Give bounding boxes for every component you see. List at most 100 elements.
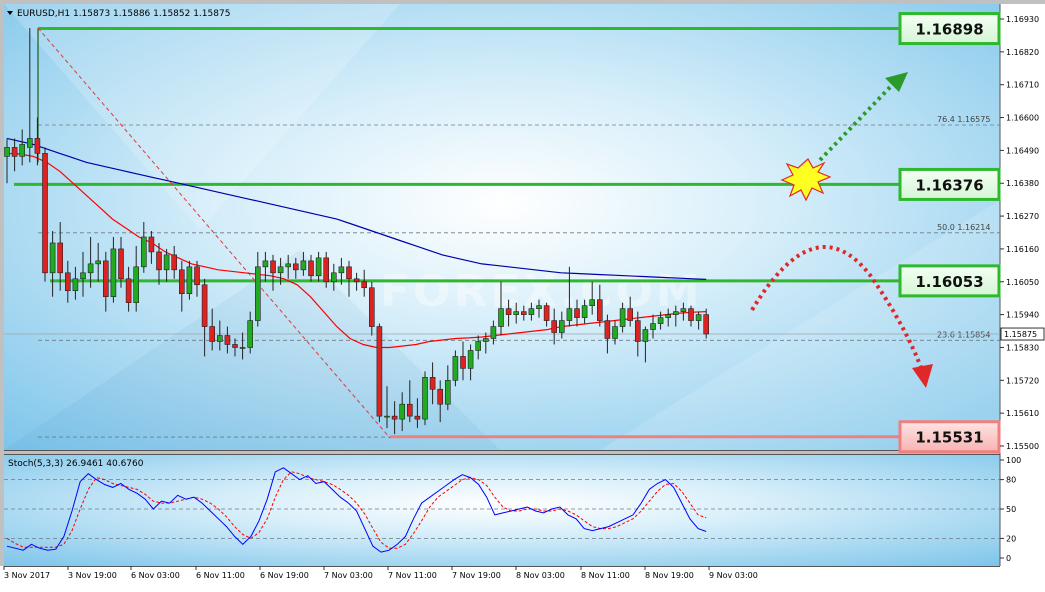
bear-candle: [437, 388, 444, 405]
bull-candle: [680, 308, 687, 312]
bear-candle: [179, 269, 185, 295]
stoch-tick-label: 80: [1006, 476, 1016, 485]
bear-candle: [596, 299, 603, 321]
stoch-tick-label: 0: [1006, 554, 1011, 563]
time-tick-label: 6 Nov 03:00: [131, 571, 180, 580]
stoch-tick-label: 50: [1006, 505, 1016, 514]
time-tick-label: 3 Nov 19:00: [68, 571, 117, 580]
bull-candle: [217, 335, 223, 342]
bear-candle: [551, 320, 558, 333]
time-tick-label: 7 Nov 19:00: [452, 571, 501, 580]
bear-candle: [103, 260, 109, 297]
level-price-label: 1.16898: [915, 21, 983, 39]
bear-candle: [368, 287, 375, 327]
bear-candle: [460, 356, 466, 369]
bull-candle: [490, 326, 497, 339]
bear-candle: [323, 257, 330, 283]
price-tick-label: 1.16490: [1006, 146, 1039, 155]
bull-candle: [110, 248, 117, 297]
bull-candle: [95, 260, 101, 265]
level-price-label: 1.15531: [915, 429, 983, 447]
bear-candle: [703, 314, 710, 335]
bear-candle: [627, 308, 634, 321]
bull-candle: [399, 403, 406, 420]
bull-candle: [642, 329, 649, 342]
bear-candle: [118, 248, 124, 280]
bull-candle: [49, 242, 56, 274]
bear-candle: [520, 311, 527, 315]
bear-candle: [148, 236, 155, 253]
price-tick-label: 1.16050: [1006, 278, 1039, 287]
bull-candle: [650, 323, 656, 330]
price-tick-label: 1.15610: [1006, 409, 1039, 418]
bear-candle: [65, 272, 71, 292]
time-tick-label: 6 Nov 19:00: [260, 571, 309, 580]
bull-candle: [444, 380, 451, 405]
bear-candle: [292, 263, 299, 271]
fib-level-label: 50.0 1.16214: [937, 223, 990, 232]
bull-candle: [566, 308, 573, 321]
bull-candle: [255, 266, 261, 321]
time-tick-label: 8 Nov 11:00: [581, 571, 630, 580]
stoch-tick-label: 20: [1006, 534, 1016, 543]
bull-candle: [657, 317, 664, 324]
bull-candle: [612, 326, 618, 339]
bull-candle: [498, 308, 504, 327]
bull-candle: [672, 311, 679, 315]
bear-candle: [156, 251, 162, 271]
bull-candle: [338, 266, 345, 274]
bear-candle: [391, 415, 398, 420]
bull-candle: [277, 266, 284, 274]
stoch-info: Stoch(5,3,3) 26.9461 40.6760: [8, 459, 144, 469]
bull-candle: [528, 308, 535, 315]
watermark: FOREX.COM: [380, 266, 703, 317]
time-tick-label: 6 Nov 11:00: [196, 571, 245, 580]
fib-level-label: 23.6 1.15854: [937, 330, 990, 339]
bear-candle: [688, 308, 694, 321]
bull-candle: [87, 263, 94, 274]
bear-candle: [270, 260, 276, 274]
bear-candle: [361, 281, 368, 289]
price-tick-label: 1.16930: [1006, 15, 1039, 24]
bear-candle: [414, 415, 421, 420]
bull-candle: [133, 266, 139, 303]
price-tick-label: 1.15830: [1006, 343, 1039, 352]
price-tick-label: 1.15940: [1006, 311, 1039, 320]
bull-candle: [163, 254, 170, 271]
bull-candle: [384, 415, 390, 418]
price-tick-label: 1.15720: [1006, 376, 1039, 385]
bull-candle: [475, 341, 482, 351]
time-tick-label: 8 Nov 03:00: [516, 571, 565, 580]
bear-candle: [604, 320, 611, 339]
chart-window: FOREX.COM 76.4 1.16575 50.0 1.16214 23.6 1…: [0, 0, 1045, 588]
bull-candle: [619, 308, 626, 327]
current-price-label: 1.15875: [1004, 330, 1037, 339]
fib-level-label: 76.4 1.16575: [937, 115, 990, 124]
time-tick-label: 3 Nov 2017: [4, 571, 50, 580]
bear-candle: [232, 344, 238, 348]
bear-candle: [505, 308, 512, 315]
bull-candle: [285, 263, 292, 268]
price-tick-label: 1.16710: [1006, 81, 1039, 90]
chart-canvas: FOREX.COM 76.4 1.16575 50.0 1.16214 23.6 1…: [0, 0, 1045, 588]
time-tick-label: 7 Nov 11:00: [388, 571, 437, 580]
price-tick-label: 1.16820: [1006, 48, 1039, 57]
bear-candle: [194, 266, 200, 286]
bull-candle: [536, 305, 542, 309]
bull-candle: [315, 257, 322, 277]
bull-candle: [513, 311, 520, 315]
bull-candle: [19, 144, 26, 157]
bear-candle: [429, 377, 436, 390]
bull-candle: [4, 147, 10, 157]
bear-candle: [308, 260, 314, 277]
bear-candle: [57, 242, 64, 274]
price-tick-label: 1.16270: [1006, 212, 1039, 221]
bear-candle: [209, 326, 215, 342]
bull-candle: [452, 356, 459, 381]
bear-candle: [224, 335, 231, 345]
bull-candle: [247, 320, 253, 348]
bull-candle: [262, 260, 269, 268]
stoch-plot-area: [4, 454, 1000, 566]
symbol-info: EURUSD,H1 1.15873 1.15886 1.15852 1.1587…: [17, 9, 230, 19]
bear-candle: [574, 308, 580, 318]
